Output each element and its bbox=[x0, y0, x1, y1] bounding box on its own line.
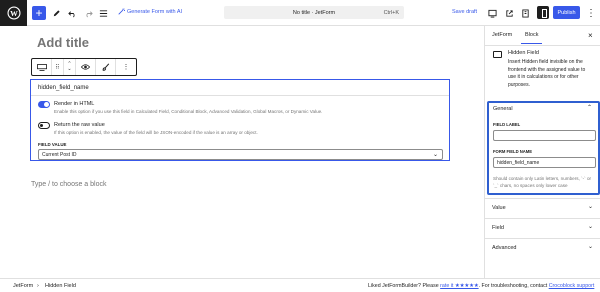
field-panel-title: Field bbox=[492, 225, 504, 231]
chevron-down-icon: ⌄ bbox=[587, 224, 593, 230]
block-card: Hidden Field Insert Hidden field invisib… bbox=[493, 50, 597, 100]
field-label-label: FIELD LABEL bbox=[493, 122, 521, 127]
block-divider bbox=[31, 95, 449, 96]
advanced-panel-title: Advanced bbox=[492, 245, 517, 251]
block-toolbar: ⠿ ⌃ ⌄ ⋮ bbox=[31, 58, 137, 76]
form-field-name-input[interactable]: hidden_field_name bbox=[493, 157, 596, 168]
field-value-label: FIELD VALUE bbox=[38, 142, 67, 147]
preview-device-icon[interactable] bbox=[488, 5, 497, 21]
add-block-button[interactable]: + bbox=[32, 6, 46, 20]
render-html-label: Render in HTML bbox=[54, 101, 95, 107]
wordpress-logo-icon[interactable]: W bbox=[0, 0, 27, 26]
settings-sidebar: JetForm Block × Hidden Field Insert Hidd… bbox=[484, 26, 600, 278]
visibility-eye-icon[interactable] bbox=[76, 59, 96, 75]
advanced-panel[interactable]: Advanced ⌄ bbox=[485, 238, 600, 258]
chevron-down-icon: ⌄ bbox=[432, 152, 438, 158]
move-up-down-icon[interactable]: ⌃ ⌄ bbox=[64, 59, 76, 75]
chevron-up-icon[interactable]: ⌃ bbox=[587, 104, 592, 111]
render-html-toggle[interactable] bbox=[38, 101, 50, 108]
save-draft-button[interactable]: Save draft bbox=[452, 9, 477, 15]
form-field-name-label: FORM FIELD NAME bbox=[493, 149, 533, 154]
breadcrumb-separator-icon: › bbox=[37, 283, 39, 289]
tab-block[interactable]: Block bbox=[520, 32, 544, 44]
render-html-row: Render in HTML Enable this option if you… bbox=[38, 101, 322, 114]
form-field-name-help: Should contain only Latin letters, numbe… bbox=[493, 176, 592, 188]
value-panel-title: Value bbox=[492, 205, 506, 211]
chevron-down-icon: ⌄ bbox=[587, 244, 593, 250]
support-link[interactable]: Crocoblock support bbox=[549, 283, 595, 289]
hidden-field-icon bbox=[493, 51, 502, 58]
redo-icon[interactable] bbox=[84, 5, 93, 21]
render-html-help: Enable this option if you use this field… bbox=[54, 109, 323, 114]
field-value-select[interactable]: Current Post ID ⌄ bbox=[38, 149, 443, 160]
generate-form-ai-label: Generate Form with AI bbox=[127, 8, 183, 15]
block-card-title: Hidden Field bbox=[508, 50, 539, 56]
command-shortcut: Ctrl+K bbox=[383, 9, 399, 16]
editor-canvas: Add title ⠿ ⌃ ⌄ ⋮ hidden_field_name Rende… bbox=[0, 26, 484, 278]
chevron-down-icon: ⌄ bbox=[587, 204, 593, 210]
value-panel[interactable]: Value ⌄ bbox=[485, 198, 600, 218]
rate-link[interactable]: rate it ★★★★★ bbox=[440, 283, 478, 289]
editor-footer: JetForm › Hidden Field Liked JetFormBuil… bbox=[0, 278, 600, 292]
undo-icon[interactable] bbox=[68, 5, 77, 21]
pencil-tool-icon[interactable] bbox=[52, 5, 61, 21]
breadcrumb-hidden-field[interactable]: Hidden Field bbox=[45, 283, 76, 289]
drag-handle-icon[interactable]: ⠿ bbox=[52, 59, 64, 75]
block-card-description: Insert Hidden field invisible on the fro… bbox=[508, 59, 586, 88]
view-post-external-icon[interactable] bbox=[505, 5, 514, 21]
document-title: No title · JetForm bbox=[292, 9, 336, 16]
footer-note-prefix: Liked JetFormBuilder? Please bbox=[368, 283, 441, 289]
generate-form-ai-button[interactable]: Generate Form with AI bbox=[118, 8, 182, 15]
raw-value-toggle[interactable] bbox=[38, 122, 50, 129]
jetform-settings-icon[interactable] bbox=[521, 5, 530, 21]
footer-note-mid: . For troubleshooting, contact bbox=[478, 283, 549, 289]
breadcrumb-jetform[interactable]: JetForm bbox=[13, 283, 33, 289]
tab-jetform[interactable]: JetForm bbox=[492, 32, 512, 38]
document-title-bar[interactable]: No title · JetForm Ctrl+K bbox=[224, 6, 404, 19]
document-overview-icon[interactable] bbox=[99, 5, 108, 21]
more-options-icon[interactable]: ⋮ bbox=[586, 5, 596, 21]
editor-top-toolbar: W + Generate Form with AI No title · Jet… bbox=[0, 0, 600, 26]
general-panel: General ⌃ FIELD LABEL FORM FIELD NAME hi… bbox=[487, 101, 600, 195]
field-panel[interactable]: Field ⌄ bbox=[485, 218, 600, 238]
svg-text:W: W bbox=[10, 9, 18, 18]
post-title-input[interactable]: Add title bbox=[37, 35, 89, 50]
block-options-icon[interactable]: ⋮ bbox=[116, 59, 136, 75]
settings-sidebar-toggle-icon[interactable] bbox=[537, 6, 549, 19]
general-panel-title[interactable]: General bbox=[493, 106, 513, 112]
field-value-selected: Current Post ID bbox=[42, 151, 77, 158]
raw-value-row: Return the raw value If this option is e… bbox=[38, 122, 258, 135]
sidebar-tabs: JetForm Block × bbox=[485, 26, 600, 46]
block-appender[interactable]: Type / to choose a block bbox=[31, 181, 107, 188]
field-label-input[interactable] bbox=[493, 130, 596, 141]
hidden-field-block[interactable]: hidden_field_name Render in HTML Enable … bbox=[30, 79, 450, 161]
magic-wand-icon bbox=[118, 8, 125, 15]
wordpress-icon: W bbox=[6, 6, 21, 20]
raw-value-label: Return the raw value bbox=[54, 122, 105, 128]
style-brush-icon[interactable] bbox=[96, 59, 116, 75]
close-icon[interactable]: × bbox=[588, 31, 593, 40]
block-field-name: hidden_field_name bbox=[38, 85, 89, 91]
footer-note: Liked JetFormBuilder? Please rate it ★★★… bbox=[368, 283, 594, 289]
publish-button[interactable]: Publish bbox=[553, 6, 580, 19]
raw-value-help: If this option is enabled, the value of … bbox=[54, 130, 258, 135]
block-type-icon[interactable] bbox=[32, 59, 52, 75]
